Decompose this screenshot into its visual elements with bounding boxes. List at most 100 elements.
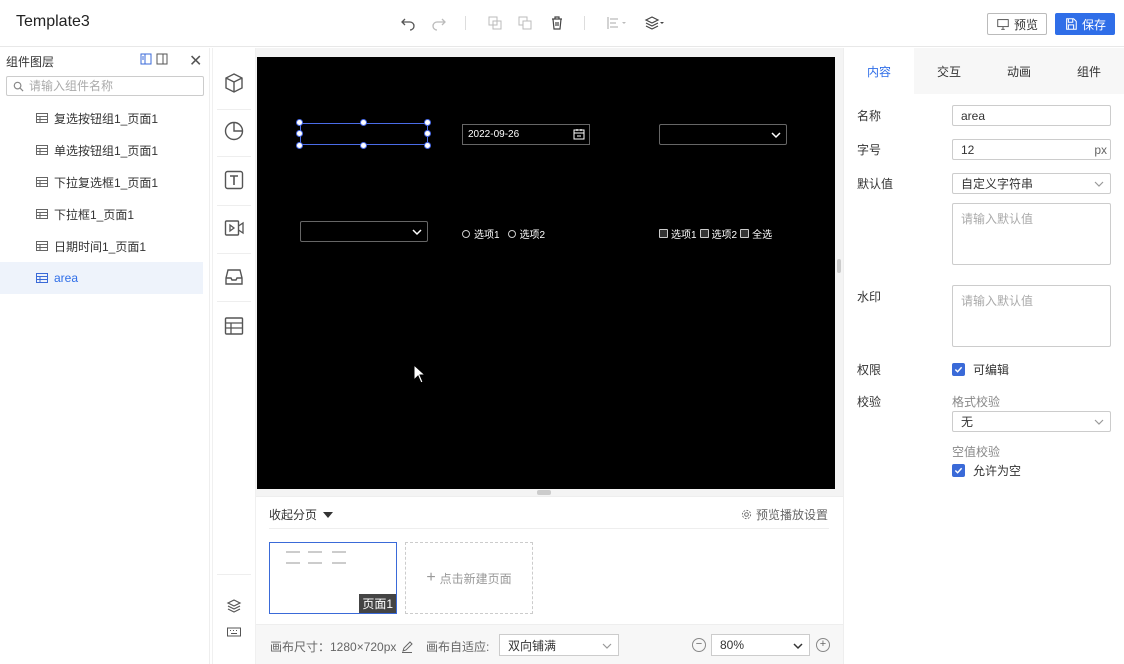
resize-handle[interactable] (424, 142, 431, 149)
video-icon[interactable] (222, 216, 246, 240)
collapse-pages-toggle[interactable]: 收起分页 (269, 506, 334, 523)
calendar-icon (573, 129, 585, 140)
layer-item[interactable]: 下拉框1_页面1 (0, 198, 209, 230)
zoom-select[interactable]: 80% (711, 634, 810, 656)
close-icon[interactable]: ✕ (189, 51, 202, 71)
page-thumbnail[interactable]: 页面1 (269, 542, 397, 614)
resize-handle[interactable] (424, 130, 431, 137)
text-icon[interactable] (222, 168, 246, 192)
layer-item-label: 复选按钮组1_页面1 (54, 111, 159, 126)
canvas-stage[interactable] (257, 57, 835, 489)
copy-icon[interactable] (486, 14, 504, 32)
tool-divider (217, 253, 251, 254)
pie-chart-icon[interactable] (222, 119, 246, 143)
watermark-textarea[interactable]: 请输入默认值 (952, 285, 1111, 347)
format-validation-select[interactable]: 无 (952, 411, 1111, 432)
layers-stack-icon[interactable] (226, 598, 242, 614)
component-icon (36, 145, 48, 155)
inbox-icon[interactable] (222, 265, 246, 289)
resize-handle[interactable] (424, 119, 431, 126)
panel-right-icon[interactable] (156, 53, 168, 65)
thumb-line (332, 562, 346, 564)
date-picker[interactable]: 2022-09-26 (462, 124, 590, 145)
new-page-button[interactable]: + 点击新建页面 (405, 542, 533, 614)
pages-panel: 收起分页 预览播放设置 页面1 + 点击新建页面 (256, 496, 843, 624)
paste-icon[interactable] (516, 14, 534, 32)
monitor-icon (997, 19, 1009, 30)
font-size-value: 12 (961, 142, 975, 157)
resize-handle[interactable] (296, 130, 303, 137)
dropdown-select[interactable] (659, 124, 787, 145)
preview-label: 预览 (1013, 17, 1038, 32)
layer-item-label: area (54, 271, 79, 285)
resize-handle[interactable] (360, 142, 367, 149)
checkbox[interactable] (740, 229, 750, 238)
vertical-resize-handle[interactable] (837, 259, 841, 273)
search-input[interactable] (29, 79, 189, 93)
horizontal-resize-handle[interactable] (537, 490, 551, 495)
checkmark-icon (952, 363, 965, 376)
edit-icon[interactable] (401, 640, 414, 653)
dropdown-multi-select[interactable] (300, 221, 428, 242)
property-tab[interactable]: 动画 (984, 48, 1054, 94)
default-type-select[interactable]: 自定义字符串 (952, 173, 1111, 194)
canvas-fit-select[interactable]: 双向铺满 (499, 634, 619, 656)
font-size-input[interactable]: 12 px (952, 139, 1111, 160)
allow-empty-label: 允许为空 (973, 464, 1022, 478)
gear-icon (741, 509, 752, 520)
layer-item[interactable]: 复选按钮组1_页面1 (0, 102, 209, 134)
format-validation-label: 格式校验 (952, 395, 1001, 409)
radio-button[interactable] (507, 229, 516, 238)
component-icon (36, 209, 48, 219)
component-icon (36, 177, 48, 187)
save-button[interactable]: 保存 (1055, 13, 1115, 35)
preview-settings-button[interactable]: 预览播放设置 (741, 506, 828, 523)
tool-divider (217, 301, 251, 302)
layer-item-label: 单选按钮组1_页面1 (54, 143, 159, 158)
resize-handle[interactable] (296, 119, 303, 126)
chevron-down-icon (1094, 181, 1104, 187)
chevron-down-icon (602, 643, 612, 649)
keyboard-icon[interactable] (226, 624, 242, 640)
panel-left-icon[interactable] (140, 53, 152, 65)
checkbox[interactable] (659, 229, 668, 238)
layer-search[interactable] (6, 76, 204, 96)
layer-item[interactable]: 下拉复选框1_页面1 (0, 166, 209, 198)
layer-list: 复选按钮组1_页面1 单选按钮组1_页面1 下拉复选框1_页面1 下拉框1_页面1 日期… (0, 102, 209, 294)
redo-icon[interactable] (430, 14, 448, 32)
collapse-pages-label: 收起分页 (269, 508, 318, 522)
checkbox-label: 选项2 (711, 230, 738, 241)
allow-empty-checkbox[interactable]: 允许为空 (952, 462, 1021, 479)
cube-icon[interactable] (222, 71, 246, 95)
align-icon[interactable] (605, 14, 629, 32)
new-page-label: 点击新建页面 (439, 571, 512, 586)
checkbox[interactable] (699, 229, 709, 238)
layer-item[interactable]: area (0, 262, 203, 294)
default-value-textarea[interactable]: 请输入默认值 (952, 203, 1111, 265)
resize-handle[interactable] (296, 142, 303, 149)
name-input[interactable]: area (952, 105, 1111, 126)
tool-divider (217, 156, 251, 157)
radio-button[interactable] (462, 229, 470, 238)
save-label: 保存 (1081, 17, 1106, 32)
property-tab[interactable]: 组件 (1054, 48, 1124, 94)
zoom-out-button[interactable]: − (692, 638, 706, 652)
table-icon[interactable] (222, 314, 246, 338)
layer-item[interactable]: 单选按钮组1_页面1 (0, 134, 209, 166)
undo-icon[interactable] (399, 14, 417, 32)
chevron-down-icon (771, 132, 781, 139)
resize-handle[interactable] (360, 119, 367, 126)
validation-label: 校验 (857, 395, 882, 409)
name-value: area (961, 108, 986, 123)
property-tab[interactable]: 内容 (844, 48, 914, 94)
property-tab[interactable]: 交互 (914, 48, 984, 94)
thumb-line (308, 551, 322, 553)
zoom-in-button[interactable]: + (816, 638, 830, 652)
page-thumbnail-label: 页面1 (359, 594, 396, 613)
layers-icon[interactable] (643, 14, 667, 32)
checkbox-label: 全选 (752, 230, 773, 241)
layer-item[interactable]: 日期时间1_页面1 (0, 230, 209, 262)
preview-button[interactable]: 预览 (987, 13, 1047, 35)
trash-icon[interactable] (548, 14, 566, 32)
editable-checkbox[interactable]: 可编辑 (952, 361, 1009, 378)
